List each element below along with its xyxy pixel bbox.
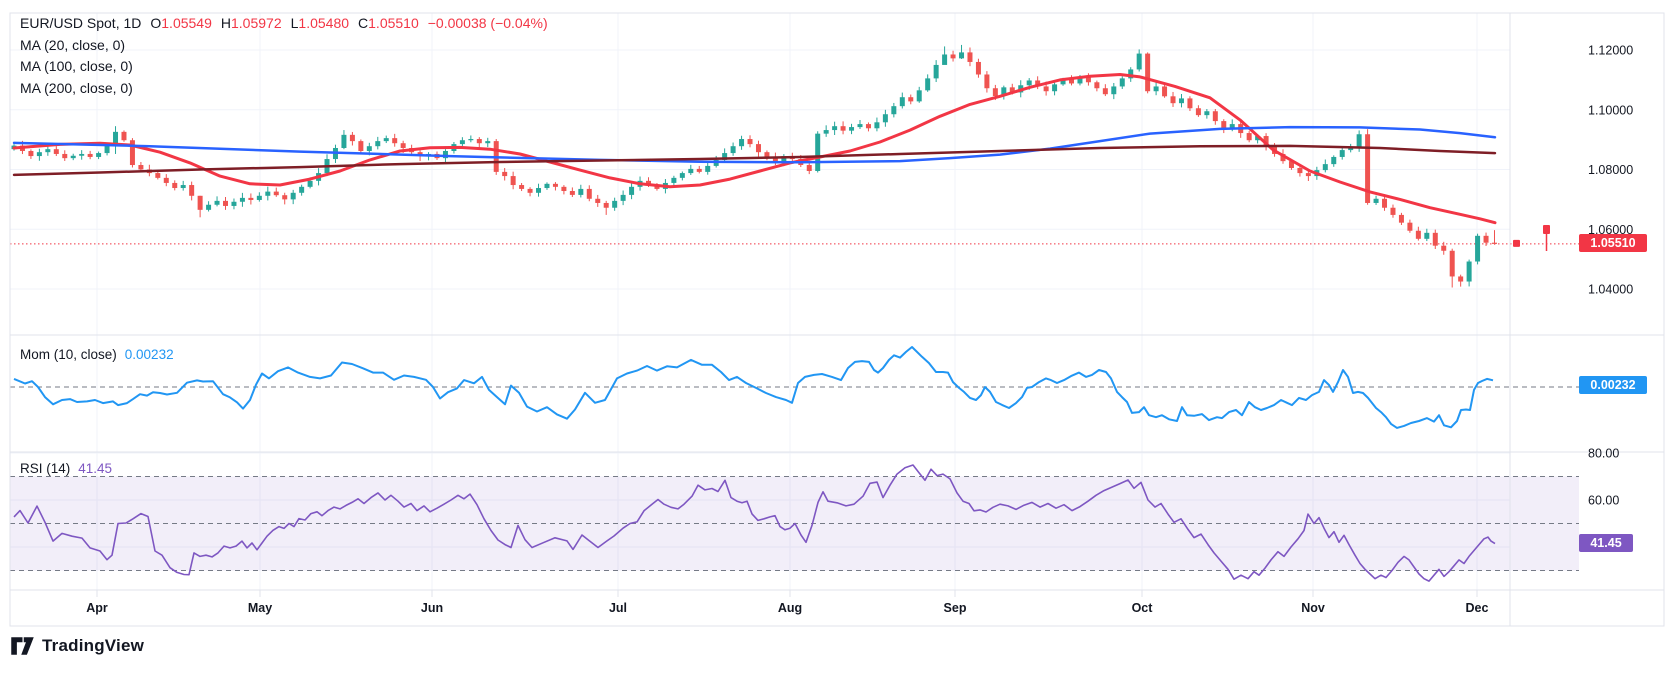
momentum-title: Mom (10, close) bbox=[20, 347, 117, 362]
rsi-title: RSI (14) bbox=[20, 461, 71, 476]
close-label: C bbox=[358, 15, 369, 31]
price-tick-label: 1.08000 bbox=[1588, 163, 1633, 177]
momentum-value-badge[interactable]: 0.00232 bbox=[1579, 376, 1647, 394]
symbol-title[interactable]: EUR/USD Spot, 1D bbox=[20, 15, 141, 31]
month-label-sep[interactable]: Sep bbox=[944, 601, 967, 615]
ma-20-label[interactable]: MA (20, close, 0) bbox=[20, 35, 548, 57]
ma-200-label[interactable]: MA (200, close, 0) bbox=[20, 78, 548, 100]
month-label-jul[interactable]: Jul bbox=[609, 601, 627, 615]
change-value: −0.00038 (−0.04%) bbox=[427, 15, 548, 31]
tradingview-watermark[interactable]: TradingView bbox=[10, 635, 144, 657]
rsi-legend[interactable]: RSI (14) 41.45 bbox=[20, 461, 112, 476]
open-value: 1.05549 bbox=[161, 15, 212, 31]
month-label-aug[interactable]: Aug bbox=[778, 601, 802, 615]
momentum-legend[interactable]: Mom (10, close) 0.00232 bbox=[20, 347, 174, 362]
month-label-apr[interactable]: Apr bbox=[86, 601, 108, 615]
rsi-tick-label: 60.00 bbox=[1588, 494, 1619, 508]
tradingview-watermark-text: TradingView bbox=[42, 636, 145, 655]
tradingview-logo-icon bbox=[11, 637, 34, 655]
price-tick-label: 1.04000 bbox=[1588, 283, 1633, 297]
last-price-badge[interactable]: 1.05510 bbox=[1579, 234, 1647, 252]
momentum-value: 0.00232 bbox=[124, 347, 174, 362]
month-label-jun[interactable]: Jun bbox=[421, 601, 443, 615]
month-label-oct[interactable]: Oct bbox=[1132, 601, 1154, 615]
symbol-legend: EUR/USD Spot, 1D O1.05549 H1.05972 L1.05480… bbox=[20, 13, 548, 99]
price-tick-label: 1.10000 bbox=[1588, 103, 1633, 117]
price-marker-square bbox=[1513, 239, 1520, 247]
price-tick-label: 1.12000 bbox=[1588, 44, 1633, 58]
close-value: 1.05510 bbox=[368, 15, 419, 31]
chart-canvas[interactable]: 1.120001.100001.080001.060001.0400080.00… bbox=[0, 0, 1674, 674]
high-value: 1.05972 bbox=[231, 15, 282, 31]
month-label-nov[interactable]: Nov bbox=[1301, 601, 1325, 615]
open-label: O bbox=[150, 15, 162, 31]
low-value: 1.05480 bbox=[298, 15, 350, 31]
ma-100-label[interactable]: MA (100, close, 0) bbox=[20, 56, 548, 78]
rsi-value-badge[interactable]: 41.45 bbox=[1579, 534, 1633, 552]
time-axis[interactable] bbox=[10, 590, 1510, 626]
tradingview-chart-window: 1.12000 1.10000 1.08000 1.06000 1.04000 80.00… bbox=[0, 0, 1674, 674]
month-label-dec[interactable]: Dec bbox=[1466, 601, 1489, 615]
high-label: H bbox=[220, 15, 231, 31]
symbol-ohlc-row: EUR/USD Spot, 1D O1.05549 H1.05972 L1.05480… bbox=[20, 13, 548, 35]
rsi-tick-label: 80.00 bbox=[1588, 447, 1619, 461]
momentum-pane[interactable] bbox=[10, 335, 1510, 452]
month-label-may[interactable]: May bbox=[248, 601, 272, 615]
rsi-value: 41.45 bbox=[78, 461, 113, 476]
